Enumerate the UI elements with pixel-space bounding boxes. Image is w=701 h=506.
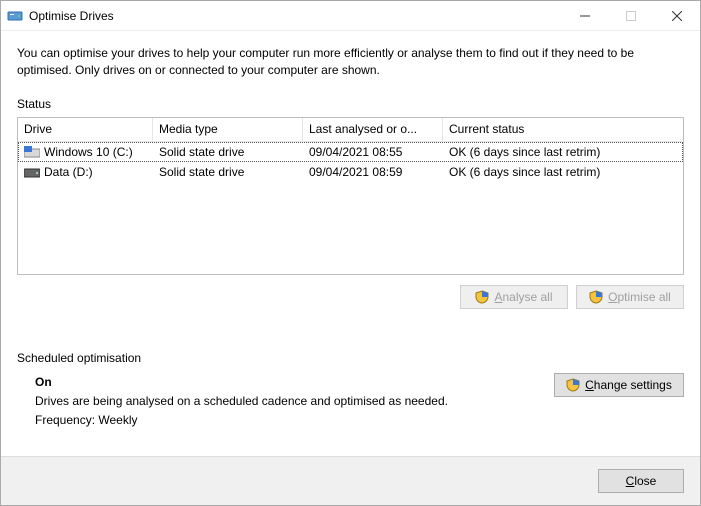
data-drive-icon <box>24 166 40 178</box>
column-header-media[interactable]: Media type <box>153 118 303 141</box>
drive-media: Solid state drive <box>153 165 303 179</box>
schedule-freq: Frequency: Weekly <box>35 411 554 430</box>
status-label: Status <box>17 97 684 111</box>
app-icon <box>7 8 23 24</box>
minimize-button[interactable] <box>562 1 608 31</box>
drive-media: Solid state drive <box>153 145 303 159</box>
shield-icon <box>589 290 603 304</box>
optimise-all-button[interactable]: Optimise all <box>576 285 684 309</box>
drives-table: Drive Media type Last analysed or o... C… <box>17 117 684 275</box>
drive-last: 09/04/2021 08:59 <box>303 165 443 179</box>
change-settings-button[interactable]: Change settings <box>554 373 684 397</box>
schedule-label: Scheduled optimisation <box>17 351 684 365</box>
footer: Close <box>1 456 700 505</box>
close-button[interactable]: Close <box>598 469 684 493</box>
drive-status: OK (6 days since last retrim) <box>443 145 683 159</box>
analyse-all-button[interactable]: Analyse all <box>460 285 568 309</box>
schedule-state: On <box>35 373 554 392</box>
drive-name: Windows 10 (C:) <box>44 145 133 159</box>
titlebar: Optimise Drives <box>1 1 700 31</box>
close-window-button[interactable] <box>654 1 700 31</box>
maximize-button[interactable] <box>608 1 654 31</box>
description-text: You can optimise your drives to help you… <box>17 45 677 79</box>
os-drive-icon <box>24 146 40 158</box>
column-header-status[interactable]: Current status <box>443 118 683 141</box>
window-title: Optimise Drives <box>29 9 114 23</box>
drive-status: OK (6 days since last retrim) <box>443 165 683 179</box>
shield-icon <box>566 378 580 392</box>
table-row[interactable]: Windows 10 (C:) Solid state drive 09/04/… <box>18 142 683 162</box>
table-header: Drive Media type Last analysed or o... C… <box>18 118 683 142</box>
table-row[interactable]: Data (D:) Solid state drive 09/04/2021 0… <box>18 162 683 182</box>
column-header-drive[interactable]: Drive <box>18 118 153 141</box>
shield-icon <box>475 290 489 304</box>
column-header-last[interactable]: Last analysed or o... <box>303 118 443 141</box>
schedule-desc: Drives are being analysed on a scheduled… <box>35 392 554 411</box>
drive-last: 09/04/2021 08:55 <box>303 145 443 159</box>
drive-name: Data (D:) <box>44 165 93 179</box>
